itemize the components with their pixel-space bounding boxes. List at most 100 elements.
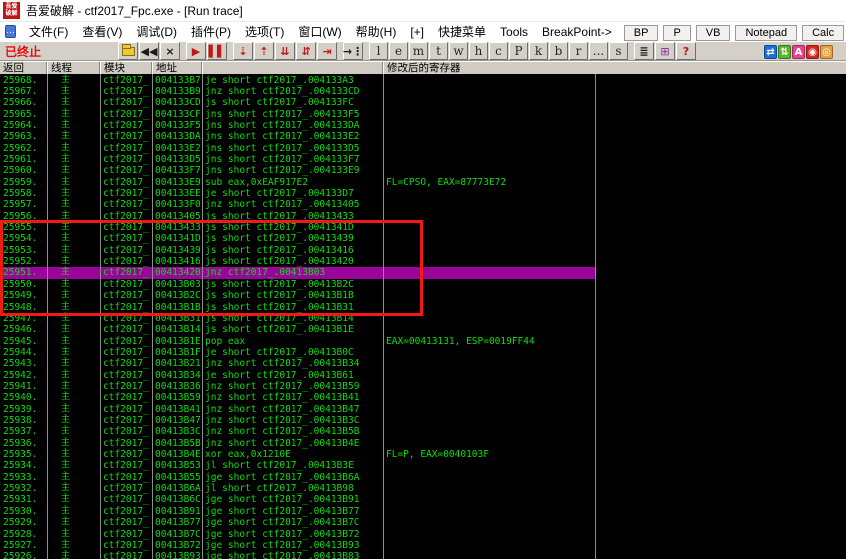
header-registers[interactable]: 修改后的寄存器 xyxy=(383,62,846,74)
view-button-e[interactable]: e xyxy=(389,42,408,60)
table-row[interactable]: 25932.主ctf2017_00413B6Ajl short ctf2017_… xyxy=(0,483,846,495)
table-row[interactable]: 25941.主ctf2017_00413B36jnz short ctf2017… xyxy=(0,381,846,393)
row-address: 00413B77 xyxy=(155,517,201,528)
row-module: ctf2017_ xyxy=(103,188,149,199)
table-row[interactable]: 25967.主ctf2017_004133B9jnz short ctf2017… xyxy=(0,86,846,98)
table-row[interactable]: 25943.主ctf2017_00413B21jnz short ctf2017… xyxy=(0,358,846,370)
trace-over-icon[interactable]: ⇡ xyxy=(254,42,274,60)
table-row[interactable]: 25960.主ctf2017_004133F7jns short ctf2017… xyxy=(0,165,846,177)
table-row[interactable]: 25930.主ctf2017_00413B91jge short ctf2017… xyxy=(0,506,846,518)
table-row[interactable]: 25946.主ctf2017_00413B14js short ctf2017_… xyxy=(0,324,846,336)
table-row[interactable]: 25927.主ctf2017_00413B72jge short ctf2017… xyxy=(0,540,846,552)
menu-item-0[interactable]: 文件(F) xyxy=(22,24,75,40)
table-row[interactable]: 25935.主ctf2017_00413B4Exor eax,0x1210EFL… xyxy=(0,449,846,461)
header-command[interactable] xyxy=(202,62,383,74)
view-button-t[interactable]: t xyxy=(429,42,448,60)
list-view-icon[interactable]: ≣ xyxy=(634,42,654,60)
quick-button-notepad[interactable]: Notepad xyxy=(735,25,797,41)
windows-icon[interactable]: ⊞ xyxy=(655,42,675,60)
view-button-s[interactable]: s xyxy=(609,42,628,60)
table-row[interactable]: 25928.主ctf2017_00413B7Cjge short ctf2017… xyxy=(0,529,846,541)
view-button-r[interactable]: r xyxy=(569,42,588,60)
menu-item-7[interactable]: [+] xyxy=(403,24,431,40)
header-address[interactable]: 地址 xyxy=(152,62,202,74)
open-file-icon[interactable] xyxy=(118,42,138,60)
table-row[interactable]: 25962.主ctf2017_004133E2jns short ctf2017… xyxy=(0,143,846,155)
view-button-P[interactable]: P xyxy=(509,42,528,60)
row-seq: 25933. xyxy=(3,472,37,483)
table-row[interactable]: 25958.主ctf2017_004133EEje short ctf2017_… xyxy=(0,188,846,200)
quick-button-calc[interactable]: Calc xyxy=(802,25,844,41)
table-row[interactable]: 25933.主ctf2017_00413B55jge short ctf2017… xyxy=(0,472,846,484)
run-icon[interactable]: ▶ xyxy=(186,42,206,60)
row-instruction: xor eax,0x1210E xyxy=(205,449,291,460)
table-row[interactable]: 25934.主ctf2017_00413B53jl short ctf2017_… xyxy=(0,460,846,472)
row-instruction: jge short ctf2017_.00413B83 xyxy=(205,551,359,559)
row-module: ctf2017_ xyxy=(103,392,149,403)
menu-item-4[interactable]: 选项(T) xyxy=(238,24,291,40)
menu-item-10[interactable]: BreakPoint-> xyxy=(535,24,619,40)
table-row[interactable]: 25938.主ctf2017_00413B47jnz short ctf2017… xyxy=(0,415,846,427)
table-row[interactable]: 25957.主ctf2017_004133F0jnz short ctf2017… xyxy=(0,199,846,211)
table-row[interactable]: 25966.主ctf2017_004133CDjs short ctf2017_… xyxy=(0,97,846,109)
header-thread[interactable]: 线程 xyxy=(47,62,100,74)
row-seq: 25940. xyxy=(3,392,37,403)
table-row[interactable]: 25936.主ctf2017_00413B5Bjnz short ctf2017… xyxy=(0,438,846,450)
table-row[interactable]: 25937.主ctf2017_00413B3Cjnz short ctf2017… xyxy=(0,426,846,438)
view-button-l[interactable]: l xyxy=(369,42,388,60)
row-module: ctf2017_ xyxy=(103,381,149,392)
menu-item-6[interactable]: 帮助(H) xyxy=(349,24,404,40)
table-row[interactable]: 25945.主ctf2017_00413B1Epop eaxEAX=004131… xyxy=(0,336,846,348)
row-module: ctf2017_ xyxy=(103,517,149,528)
header-module[interactable]: 模块 xyxy=(100,62,152,74)
table-row[interactable]: 25929.主ctf2017_00413B77jge short ctf2017… xyxy=(0,517,846,529)
step-back-icon[interactable]: ◀◀ xyxy=(139,42,159,60)
table-row[interactable]: 25968.主ctf2017_004133B7je short ctf2017_… xyxy=(0,75,846,87)
pause-icon[interactable]: ▌▌ xyxy=(207,42,227,60)
row-module: ctf2017_ xyxy=(103,438,149,449)
view-button-k[interactable]: k xyxy=(529,42,548,60)
table-row[interactable]: 25963.主ctf2017_004133DAjns short ctf2017… xyxy=(0,131,846,143)
table-row[interactable]: 25965.主ctf2017_004133CFjns short ctf2017… xyxy=(0,109,846,121)
quick-button-bp[interactable]: BP xyxy=(624,25,659,41)
menu-item-3[interactable]: 插件(P) xyxy=(184,24,238,40)
menu-item-5[interactable]: 窗口(W) xyxy=(291,24,348,40)
goto-icon[interactable]: →⋮ xyxy=(343,42,363,60)
table-row[interactable]: 25926.主ctf2017_00413B93jge short ctf2017… xyxy=(0,551,846,559)
table-row[interactable]: 25944.主ctf2017_00413B1Fje short ctf2017_… xyxy=(0,347,846,359)
table-row[interactable]: 25959.主ctf2017_004133E9sub eax,0xEAF917E… xyxy=(0,177,846,189)
mdi-window-icon[interactable]: … xyxy=(5,25,16,38)
view-button-dots[interactable]: ... xyxy=(589,42,608,60)
quick-button-vb[interactable]: VB xyxy=(696,25,731,41)
row-module: ctf2017_ xyxy=(103,97,149,108)
table-row[interactable]: 25964.主ctf2017_004133F5jns short ctf2017… xyxy=(0,120,846,132)
menu-item-1[interactable]: 查看(V) xyxy=(75,24,129,40)
menu-item-2[interactable]: 调试(D) xyxy=(129,24,184,40)
assembler-icon[interactable]: A xyxy=(792,45,805,59)
run-trace-list[interactable]: 25968.主ctf2017_004133B7je short ctf2017_… xyxy=(0,74,846,559)
animate-over-icon[interactable]: ⇵ xyxy=(296,42,316,60)
menu-item-8[interactable]: 快捷菜单 xyxy=(431,24,493,40)
target-icon[interactable]: ◎ xyxy=(820,45,833,59)
updown-icon[interactable]: ⇅ xyxy=(778,45,791,59)
run-to-return-icon[interactable]: ⇥ xyxy=(317,42,337,60)
close-icon[interactable]: × xyxy=(160,42,180,60)
table-row[interactable]: 25961.主ctf2017_004133D5jns short ctf2017… xyxy=(0,154,846,166)
header-return[interactable]: 返回 xyxy=(0,62,47,74)
view-button-m[interactable]: m xyxy=(409,42,428,60)
quick-button-p[interactable]: P xyxy=(663,25,690,41)
view-button-b[interactable]: b xyxy=(549,42,568,60)
menu-item-9[interactable]: Tools xyxy=(493,24,535,40)
table-row[interactable]: 25942.主ctf2017_00413B34je short ctf2017_… xyxy=(0,370,846,382)
record-icon[interactable]: ◉ xyxy=(806,45,819,59)
table-row[interactable]: 25931.主ctf2017_00413B6Cjge short ctf2017… xyxy=(0,494,846,506)
view-button-h[interactable]: h xyxy=(469,42,488,60)
table-row[interactable]: 25940.主ctf2017_00413B59jnz short ctf2017… xyxy=(0,392,846,404)
swap-icon[interactable]: ⇄ xyxy=(764,45,777,59)
trace-into-icon[interactable]: ⇣ xyxy=(233,42,253,60)
view-button-c[interactable]: c xyxy=(489,42,508,60)
animate-into-icon[interactable]: ⇊ xyxy=(275,42,295,60)
view-button-w[interactable]: w xyxy=(449,42,468,60)
table-row[interactable]: 25939.主ctf2017_00413B41jnz short ctf2017… xyxy=(0,404,846,416)
help-icon[interactable]: ? xyxy=(676,42,696,60)
